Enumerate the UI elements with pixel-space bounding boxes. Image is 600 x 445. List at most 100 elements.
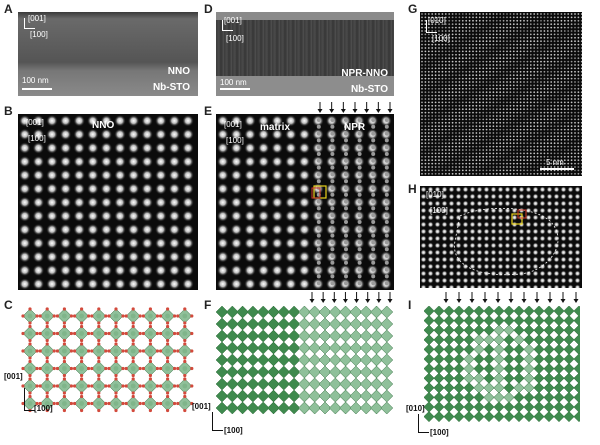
atom-column [168, 128, 181, 141]
atom-column [492, 23, 495, 26]
atom-column [523, 149, 525, 151]
atom-column [468, 19, 471, 22]
atom-column [570, 155, 573, 158]
atom-column [357, 199, 362, 204]
atom-column [490, 228, 497, 235]
atom-column [427, 115, 430, 117]
octahedron [380, 353, 394, 367]
atom-column [444, 60, 447, 63]
atom-column [577, 135, 580, 138]
atom-column [523, 108, 525, 111]
atom-column [468, 81, 471, 83]
atom-column [560, 67, 563, 70]
atom-column [427, 98, 430, 100]
atom-column [506, 50, 508, 53]
panel-e-haadf: [001] [100] matrix NPR [216, 114, 394, 290]
atom-column [431, 70, 434, 73]
atom-column [371, 233, 376, 238]
atom-column [461, 33, 464, 36]
atom-column [244, 278, 256, 290]
atom-column [421, 121, 423, 124]
atom-column [485, 104, 488, 107]
atom-column [567, 104, 570, 107]
atom-column [468, 57, 471, 60]
atom-column [543, 152, 546, 155]
atom-column [567, 159, 570, 162]
atom-column [434, 159, 437, 162]
atom-column [441, 64, 444, 66]
oxygen-atom [148, 324, 152, 329]
atom-column [580, 60, 582, 63]
atom-column [482, 50, 485, 53]
atom-column [482, 36, 485, 39]
atom-column [509, 50, 512, 53]
atom-column [550, 91, 553, 94]
atom-column [502, 118, 505, 121]
atom-column [550, 60, 553, 63]
atom-column [438, 53, 440, 56]
octahedron [424, 324, 435, 336]
cation-atom [182, 331, 188, 336]
atom-column [475, 33, 478, 36]
cation-atom [27, 331, 33, 336]
atom-column [472, 152, 474, 155]
atom-column [529, 135, 532, 138]
atom-column [523, 50, 525, 53]
atom-column [114, 210, 126, 222]
atom-column [511, 242, 518, 249]
atom-column [427, 172, 430, 175]
atom-column [141, 223, 154, 236]
atom-column [427, 111, 430, 114]
oxygen-atom [62, 394, 66, 399]
atom-column [574, 57, 576, 60]
atom-column [567, 145, 570, 148]
atom-column [427, 149, 430, 151]
oxygen-atom [55, 384, 60, 388]
atom-column [482, 57, 485, 60]
atom-column [451, 149, 454, 151]
atom-column [533, 98, 536, 100]
atom-column [141, 169, 154, 182]
atom-column [427, 60, 430, 63]
atom-column [427, 84, 430, 87]
atom-column [461, 94, 464, 97]
atom-column [577, 16, 580, 19]
octahedron [453, 391, 465, 403]
atom-column [532, 270, 539, 277]
octahedron [563, 343, 575, 355]
atom-column [438, 118, 440, 121]
atom-column [550, 26, 553, 29]
atom-column [516, 98, 519, 100]
atom-column [523, 70, 525, 73]
atom-column [421, 101, 423, 104]
atom-column [438, 81, 440, 83]
atom-column [574, 256, 581, 263]
atom-column [495, 26, 498, 29]
atom-column [499, 135, 502, 138]
atom-column [580, 16, 582, 19]
atom-column [557, 87, 559, 90]
cation-atom [113, 366, 119, 371]
atom-column [451, 74, 454, 77]
atom-column [509, 159, 512, 162]
atom-column [563, 30, 566, 32]
atom-column [506, 91, 508, 94]
atom-column [86, 278, 99, 290]
atom-column [458, 23, 461, 26]
atom-column [519, 125, 522, 128]
atom-column [458, 91, 461, 94]
atom-column [529, 13, 532, 15]
atom-column [529, 132, 532, 134]
atom-column [506, 57, 508, 60]
scale-bar [220, 88, 250, 90]
atom-column [476, 249, 483, 256]
atom-column [563, 142, 566, 145]
atom-column [59, 264, 72, 277]
atom-column [444, 53, 447, 56]
oxygen-atom [38, 331, 42, 336]
atom-column [516, 36, 519, 39]
atom-column [182, 264, 194, 277]
atom-column [465, 145, 468, 148]
oxygen-atom [90, 401, 94, 406]
atom-column [461, 152, 464, 155]
